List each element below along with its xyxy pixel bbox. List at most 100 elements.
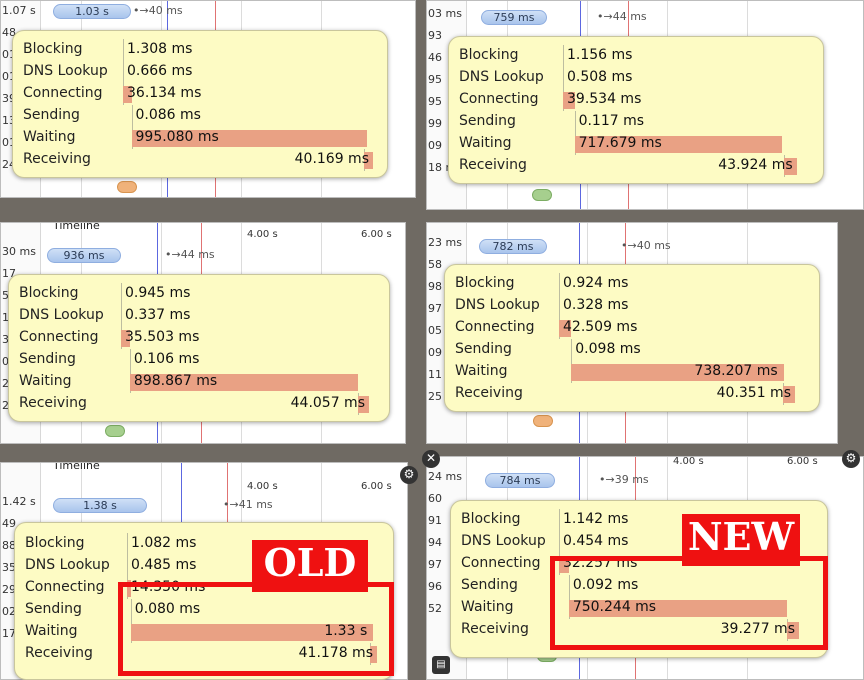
timing-value: 0.485 ms (131, 557, 197, 573)
timing-value: 42.509 ms (563, 319, 638, 335)
timing-value: 738.207 ms (694, 363, 778, 379)
timing-start-divider (574, 111, 576, 133)
time-tick-label: 4.00 s (247, 481, 278, 492)
time-tick-label: 6.00 s (361, 481, 392, 492)
time-tick-label: 6.00 s (787, 456, 818, 467)
row-timing-label: 58 (428, 258, 442, 271)
status-indicator (117, 181, 137, 193)
row-timing-label: 96 (428, 580, 442, 593)
row-timing-label: 93 (428, 29, 442, 42)
timing-start-divider (123, 61, 124, 83)
timing-label: Receiving (25, 645, 93, 661)
row-timing-label: 97 (428, 302, 442, 315)
timing-row: Sending 0.098 ms (445, 339, 819, 361)
row-timing-label: 97 (428, 558, 442, 571)
timing-label: Waiting (25, 623, 78, 639)
timing-start-divider (121, 305, 122, 327)
timing-value: 40.351 ms (716, 385, 791, 401)
timing-label: Receiving (455, 385, 523, 401)
timing-start-divider (123, 39, 124, 61)
row-timing-label: 1.07 s (2, 4, 36, 17)
timing-row: Sending 0.086 ms (13, 105, 387, 127)
timing-tooltip: Blocking 1.156 ms DNS Lookup 0.508 ms Connec… (448, 36, 824, 184)
timing-row: DNS Lookup 0.508 ms (449, 67, 823, 89)
timing-value: 0.328 ms (563, 297, 629, 313)
timing-label: DNS Lookup (25, 557, 110, 573)
timing-value: 0.106 ms (133, 351, 200, 367)
row-timing-label: 24 ms (428, 470, 462, 483)
row-timing-label: 94 (428, 536, 442, 549)
timing-start-divider (129, 349, 131, 371)
row-timing-label: 03 ms (428, 7, 462, 20)
gap-duration-label: •→41 ms (223, 498, 273, 511)
timing-value: 0.098 ms (575, 341, 641, 357)
timing-label: Blocking (19, 285, 79, 301)
timing-row: Waiting 738.207 ms (445, 361, 819, 383)
timing-label: Connecting (455, 319, 535, 335)
timing-row: DNS Lookup 0.666 ms (13, 61, 387, 83)
timing-row: Connecting 35.503 ms (9, 327, 389, 349)
timing-value: 717.679 ms (578, 135, 662, 151)
timing-value: 36.134 ms (127, 85, 202, 101)
request-duration-pill[interactable]: 1.03 s (53, 4, 131, 19)
request-duration-pill[interactable]: 782 ms (479, 239, 547, 254)
timing-value: 1.142 ms (563, 511, 629, 527)
timing-row: DNS Lookup 0.328 ms (445, 295, 819, 317)
timing-label: DNS Lookup (461, 533, 546, 549)
timing-start-divider (563, 67, 564, 89)
timing-row: Receiving 43.924 ms (449, 155, 823, 177)
timing-value: 0.086 ms (135, 107, 201, 123)
timing-label: Waiting (455, 363, 508, 379)
row-timing-label: 60 (428, 492, 442, 505)
timing-row: Connecting 42.509 ms (445, 317, 819, 339)
status-indicator (533, 415, 553, 427)
timing-start-divider (559, 531, 560, 553)
timing-row: Blocking 0.945 ms (9, 283, 389, 305)
row-timing-label: 1.42 s (2, 495, 36, 508)
gear-icon[interactable]: ⚙ (842, 450, 860, 468)
row-timing-label: 23 ms (428, 236, 462, 249)
timing-tooltip: Blocking 1.308 ms DNS Lookup 0.666 ms Connec… (12, 30, 388, 178)
request-duration-pill[interactable]: 1.38 s (53, 498, 147, 513)
gap-duration-value: 44 ms (180, 248, 215, 261)
toolbar-icon[interactable]: ▤ (432, 656, 450, 674)
row-timing-label: 05 (428, 324, 442, 337)
row-timing-label: 95 (428, 95, 442, 108)
timing-value: 1.082 ms (131, 535, 197, 551)
gap-duration-value: 39 ms (614, 473, 649, 486)
timing-label: DNS Lookup (455, 297, 540, 313)
timing-label: Waiting (23, 129, 76, 145)
timing-row: Receiving 44.057 ms (9, 393, 389, 415)
timing-value: 44.057 ms (290, 395, 365, 411)
time-tick-label: 4.00 s (673, 456, 704, 467)
timing-start-divider (571, 339, 573, 361)
timing-label: Sending (23, 107, 80, 123)
gap-duration-label: •→40 ms (621, 239, 671, 252)
timing-value: 0.666 ms (127, 63, 193, 79)
gap-duration-label: •→44 ms (597, 10, 647, 23)
timing-label: Receiving (461, 621, 529, 637)
timing-label: DNS Lookup (459, 69, 544, 85)
row-timing-label: 11 (428, 368, 442, 381)
timing-start-divider (131, 105, 133, 127)
close-icon[interactable]: ✕ (422, 450, 440, 468)
annotation-label: NEW (682, 514, 800, 566)
request-duration-pill[interactable]: 759 ms (481, 10, 547, 25)
timing-value: 1.156 ms (567, 47, 633, 63)
timing-label: Waiting (459, 135, 512, 151)
request-duration-pill[interactable]: 936 ms (47, 248, 121, 263)
timing-label: Sending (25, 601, 82, 617)
timing-value: 0.117 ms (578, 113, 645, 129)
timing-row: Sending 0.106 ms (9, 349, 389, 371)
timing-label: Sending (461, 577, 518, 593)
request-duration-pill[interactable]: 784 ms (485, 473, 555, 488)
timing-row: Waiting 995.080 ms (13, 127, 387, 149)
gear-icon[interactable]: ⚙ (400, 466, 418, 484)
gap-duration-value: 44 ms (612, 10, 647, 23)
timing-label: Sending (459, 113, 516, 129)
timing-label: Blocking (459, 47, 519, 63)
timing-tooltip: Blocking 0.945 ms DNS Lookup 0.337 ms Connec… (8, 274, 390, 422)
timing-row: DNS Lookup 0.337 ms (9, 305, 389, 327)
timing-label: Receiving (459, 157, 527, 173)
row-timing-label: 52 (428, 602, 442, 615)
